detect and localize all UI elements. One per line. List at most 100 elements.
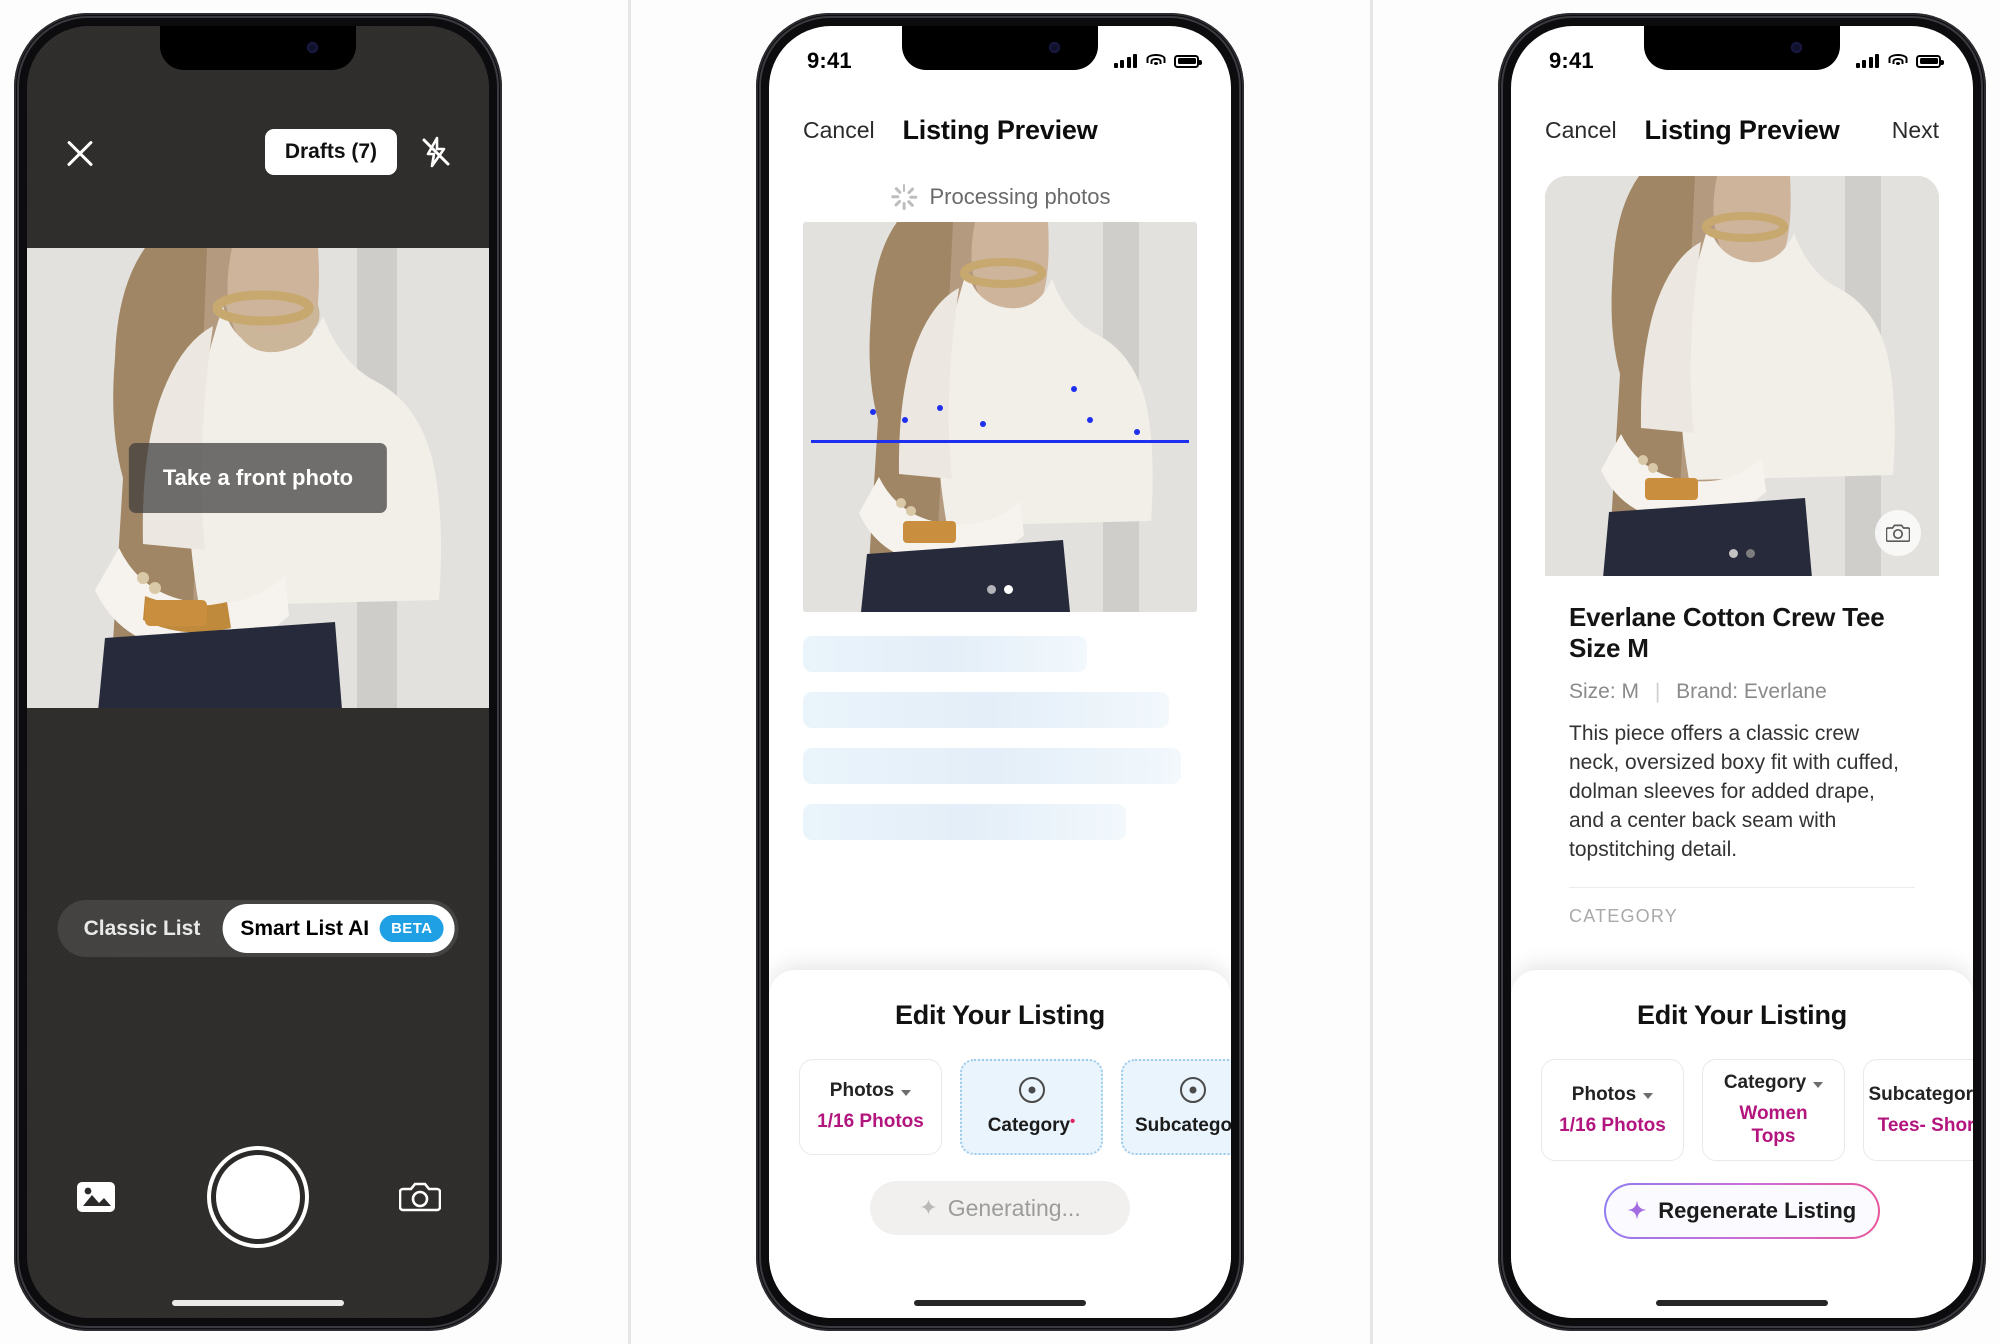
sheet-title: Edit Your Listing	[1636, 1000, 1848, 1030]
chip-subcategory-label: Subcategory	[1868, 1083, 1973, 1105]
skeleton-line	[803, 692, 1170, 728]
cancel-button[interactable]: Cancel	[803, 117, 893, 144]
chip-photos[interactable]: Photos 1/16 Photos	[799, 1059, 942, 1155]
edit-listing-sheet: Edit Your Listing Photos 1/16 Photos Cat…	[769, 970, 1231, 1318]
chip-category-text: Category	[987, 1115, 1071, 1136]
chip-photos[interactable]: Photos 1/16 Photos	[1541, 1059, 1684, 1162]
photo-pager[interactable]	[1729, 549, 1755, 558]
mode-classic-list[interactable]: Classic List	[62, 906, 223, 952]
notch	[902, 26, 1098, 70]
ai-detection-point	[901, 417, 908, 423]
attribute-chip-row[interactable]: Photos 1/16 Photos Category• Subcatego	[769, 1031, 1231, 1155]
chip-subcategory-label: Subcategory	[1134, 1115, 1231, 1136]
front-camera-dot	[1049, 42, 1060, 53]
battery-icon	[1916, 54, 1944, 68]
chevron-down-icon	[1813, 1081, 1824, 1088]
panel-divider-1	[627, 0, 631, 1344]
cellular-signal-icon	[1855, 54, 1879, 68]
chip-subcategory-value: Tees- Short..	[1877, 1114, 1973, 1136]
listing-size: Size: M	[1569, 680, 1640, 703]
listing-photo[interactable]	[1545, 176, 1939, 576]
next-button[interactable]: Next	[1849, 117, 1939, 144]
camera-topbar: Drafts (7)	[27, 122, 489, 182]
photo-library-icon[interactable]	[75, 1178, 117, 1216]
camera-screen: Drafts (7) Take a front photo Classic Li…	[27, 26, 489, 1318]
front-camera-dot	[1791, 42, 1802, 53]
chevron-down-icon	[901, 1089, 912, 1096]
listing-meta: Size: M | Brand: Everlane	[1569, 680, 1915, 704]
preview-photo-art	[803, 222, 1197, 612]
ai-detection-point	[1070, 385, 1077, 392]
notch	[1644, 26, 1840, 70]
listing-brand: Brand: Everlane	[1676, 680, 1827, 703]
meta-separator: |	[1654, 680, 1661, 703]
camera-viewfinder[interactable]: Take a front photo	[27, 248, 489, 708]
home-indicator	[914, 1300, 1086, 1306]
ai-detection-point	[1133, 428, 1140, 435]
pager-dot-active[interactable]	[1746, 549, 1755, 558]
chip-subcategory[interactable]: Subcategory Tees- Short..	[1863, 1059, 1973, 1162]
mode-smart-list-ai[interactable]: Smart List AI BETA	[222, 904, 455, 953]
chip-category[interactable]: Category Women Tops	[1702, 1059, 1845, 1162]
chip-photos-value: 1/16 Photos	[817, 1111, 924, 1133]
listing-description: This piece offers a classic crew neck, o…	[1569, 722, 1899, 861]
battery-icon	[1174, 54, 1202, 68]
camera-controls	[27, 1142, 489, 1252]
home-indicator	[172, 1300, 344, 1306]
skeleton-line	[803, 804, 1127, 840]
phone-preview-screen: 9:41 Cancel Listing Preview Next Everlan…	[1498, 13, 1986, 1331]
skeleton-line	[803, 636, 1087, 672]
listing-details: Everlane Cotton Crew Tee Size M Size: M …	[1545, 576, 1939, 927]
wifi-icon	[1146, 54, 1165, 68]
notch	[160, 26, 356, 70]
attribute-chip-row[interactable]: Photos 1/16 Photos Category Women Tops S…	[1511, 1031, 1973, 1162]
beta-badge: BETA	[380, 915, 444, 942]
flip-camera-icon[interactable]	[398, 1178, 442, 1216]
chip-subcategory[interactable]: Subcategory	[1121, 1059, 1231, 1155]
chip-category-label: Category•	[987, 1113, 1076, 1137]
pager-dot[interactable]	[987, 585, 996, 594]
drafts-button[interactable]: Drafts (7)	[264, 129, 397, 175]
chip-photos-label: Photos	[1571, 1083, 1637, 1105]
sparkle-icon: ✦	[1627, 1198, 1647, 1224]
mode-smart-list-label: Smart List AI	[240, 916, 370, 940]
camera-hint-label: Take a front photo	[128, 443, 388, 513]
camera-icon[interactable]	[1875, 510, 1921, 556]
section-divider	[1569, 886, 1915, 888]
front-camera-dot	[307, 42, 318, 53]
pager-dot[interactable]	[1729, 549, 1738, 558]
chip-category-label: Category	[1723, 1072, 1807, 1093]
chip-category-value: Women Tops	[1739, 1103, 1808, 1148]
chip-subcategory-header: Subcategory	[1868, 1084, 1973, 1106]
photo-pager[interactable]	[987, 585, 1013, 594]
category-section-label: CATEGORY	[1569, 905, 1678, 926]
flash-off-icon[interactable]	[419, 135, 453, 169]
cancel-button[interactable]: Cancel	[1545, 117, 1635, 144]
list-mode-toggle[interactable]: Classic List Smart List AI BETA	[57, 900, 459, 957]
chip-category[interactable]: Category•	[960, 1059, 1103, 1155]
chip-photos-header: Photos	[1571, 1083, 1654, 1106]
loading-skeleton	[803, 636, 1197, 860]
wifi-icon	[1888, 54, 1907, 68]
add-target-icon	[1179, 1077, 1206, 1103]
pager-dot-active[interactable]	[1004, 585, 1013, 594]
preview-photo[interactable]	[803, 222, 1197, 612]
panel-divider-2	[1369, 0, 1373, 1344]
add-target-icon	[1018, 1077, 1045, 1103]
chip-category-header: Category	[1723, 1072, 1824, 1094]
listing-title: Everlane Cotton Crew Tee Size M	[1569, 602, 1885, 663]
phone-processing-screen: 9:41 Cancel Listing Preview Processing p…	[756, 13, 1244, 1331]
chevron-down-icon	[1643, 1093, 1654, 1100]
listing-photo-art	[1545, 176, 1939, 576]
regenerate-listing-button[interactable]: ✦ Regenerate Listing	[1604, 1183, 1880, 1239]
ai-detection-line	[810, 440, 1190, 444]
required-asterisk: •	[1070, 1113, 1076, 1130]
shutter-button[interactable]	[211, 1150, 305, 1244]
processing-label: Processing photos	[929, 184, 1111, 209]
close-icon[interactable]	[63, 135, 97, 169]
status-indicators	[1113, 54, 1202, 68]
phone-camera-screen: Drafts (7) Take a front photo Classic Li…	[14, 13, 502, 1331]
processing-screen: 9:41 Cancel Listing Preview Processing p…	[769, 26, 1231, 1318]
sheet-title: Edit Your Listing	[894, 1000, 1106, 1030]
status-time: 9:41	[1549, 48, 1594, 73]
